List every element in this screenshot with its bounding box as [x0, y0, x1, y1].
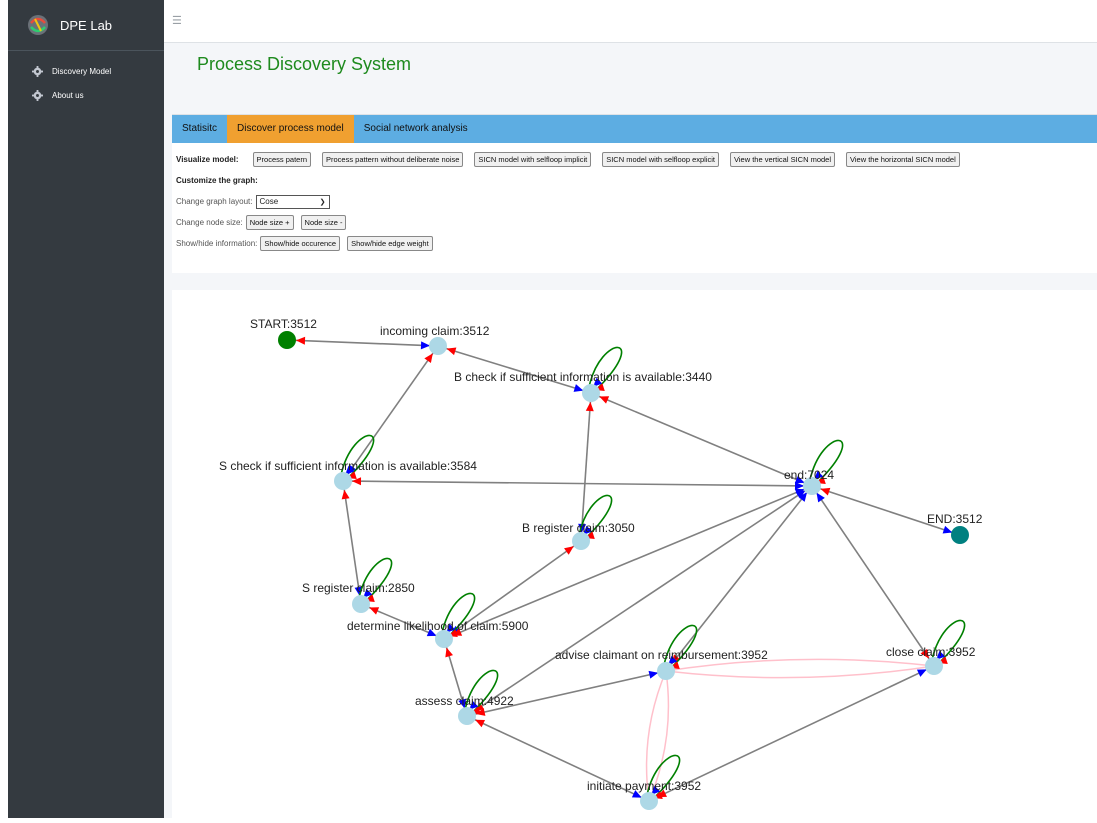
- customize-label: Customize the graph:: [176, 176, 258, 185]
- tab-social-network-analysis[interactable]: Social network analysis: [354, 115, 478, 143]
- layout-select[interactable]: Cose ❯: [255, 194, 330, 209]
- node-size-minus-button[interactable]: Node size -: [300, 215, 347, 230]
- brand[interactable]: DPE Lab: [8, 0, 164, 51]
- edge-arrow-out-breg-det: [564, 546, 574, 555]
- tab-bar: Statisitc Discover process model Social …: [172, 115, 1097, 143]
- edge-arrow-in-assess-adv: [648, 670, 659, 679]
- edge-arrow-out-bcheck-breg: [585, 401, 594, 412]
- process-pattern-without-noise-button[interactable]: Process pattern without deliberate noise: [322, 152, 464, 167]
- graph-edge-start-inc: [294, 339, 431, 347]
- graph-node-label-breg: B register claim:3050: [522, 521, 635, 535]
- customize-row: Customize the graph:: [176, 170, 1093, 191]
- sicn-selfloop-explicit-button[interactable]: SICN model with selfloop explicit: [602, 152, 720, 167]
- controls-card: Statisitc Discover process model Social …: [172, 114, 1097, 273]
- graph-node-assess: [458, 707, 476, 725]
- graph-node-adv: [657, 662, 675, 680]
- graph-edge-adv-close: [665, 665, 935, 679]
- graph-node-label-adv: advise claimant on reimbursement:3952: [555, 648, 768, 662]
- edge-arrow-in-endn-END: [942, 525, 953, 534]
- left-margin: [0, 0, 8, 818]
- show-hide-edge-weight-button[interactable]: Show/hide edge weight: [347, 236, 433, 251]
- edge-arrow-out-endn-END: [820, 487, 831, 496]
- graph-node-label-init: initiate payment:3952: [587, 779, 701, 793]
- graph-node-label-END: END:3512: [927, 512, 983, 526]
- page-title: Process Discovery System: [197, 54, 412, 74]
- graph-node-init: [640, 792, 658, 810]
- visualize-label: Visualize model:: [176, 155, 239, 164]
- top-navbar: ☰: [164, 0, 1097, 43]
- graph-node-inc: [429, 337, 447, 355]
- graph-node-END: [951, 526, 969, 544]
- vertical-sicn-button[interactable]: View the vertical SICN model: [730, 152, 835, 167]
- brand-name: DPE Lab: [60, 17, 113, 33]
- gear-icon: [32, 89, 43, 101]
- edge-arrow-out-inc-bcheck: [446, 347, 457, 356]
- sidebar-item-discovery-model[interactable]: Discovery Model: [8, 59, 164, 83]
- tab-discover-process-model[interactable]: Discover process model: [227, 115, 354, 143]
- layout-row: Change graph layout: Cose ❯: [176, 191, 1093, 212]
- chevron-down-icon: ❯: [319, 198, 326, 206]
- process-graph[interactable]: START:3512 incoming claim:3512 B check if …: [172, 290, 1097, 818]
- edge-arrow-out-inc-scheck: [424, 353, 433, 364]
- main-content: ☰ Process Discovery System Statisitc Dis…: [164, 0, 1097, 818]
- layout-label: Change graph layout:: [176, 197, 253, 206]
- show-hide-row: Show/hide information: Show/hide occuren…: [176, 233, 1093, 254]
- horizontal-sicn-button[interactable]: View the horizontal SICN model: [846, 152, 960, 167]
- show-hide-occurence-button[interactable]: Show/hide occurence: [260, 236, 341, 251]
- graph-edge-inc-scheck: [346, 352, 435, 475]
- graph-node-label-inc: incoming claim:3512: [380, 324, 490, 338]
- edge-arrow-out-det-assess: [445, 647, 453, 658]
- graph-node-bcheck: [582, 384, 600, 402]
- edge-arrow-out-start-inc: [295, 336, 306, 345]
- process-graph-canvas[interactable]: START:3512 incoming claim:3512 B check if …: [172, 290, 1097, 818]
- graph-edge-bcheck-endn: [598, 395, 805, 484]
- graph-node-label-endn: end:7024: [784, 468, 834, 482]
- graph-node-start: [278, 331, 296, 349]
- graph-node-close: [925, 657, 943, 675]
- page-header: Process Discovery System: [164, 43, 1097, 93]
- edge-arrow-in-start-inc: [420, 341, 431, 350]
- tab-statistic[interactable]: Statisitc: [172, 115, 227, 143]
- sidebar: DPE Lab Discovery Model About us: [8, 0, 164, 818]
- sidebar-item-label: About us: [52, 90, 84, 100]
- graph-edge-scheck-sreg: [343, 488, 361, 597]
- graph-edge-scheck-endn: [350, 480, 805, 487]
- process-pattern-button[interactable]: Process patern: [252, 152, 311, 167]
- graph-node-label-sreg: S register claim:2850: [302, 581, 415, 595]
- dpe-lab-logo-icon: [28, 15, 48, 35]
- graph-edge-close-endn: [815, 492, 931, 660]
- edge-arrow-in-close-endn: [816, 492, 825, 503]
- graph-node-label-det: determine likelihood of claim:5900: [347, 619, 529, 633]
- gear-icon: [32, 65, 43, 77]
- graph-edge-adv-endn: [670, 491, 808, 666]
- graph-node-label-scheck: S check if sufficient information is ava…: [219, 459, 477, 473]
- hamburger-icon[interactable]: ☰: [172, 14, 182, 27]
- controls-panel: Visualize model: Process patern Process …: [172, 143, 1097, 260]
- graph-node-label-assess: assess claim:4922: [415, 694, 514, 708]
- graph-node-label-close: close claim:3952: [886, 645, 976, 659]
- visualize-row: Visualize model: Process patern Process …: [176, 149, 1093, 170]
- edge-arrow-in-scheck-endn: [794, 481, 805, 490]
- node-size-row: Change node size: Node size + Node size …: [176, 212, 1093, 233]
- node-size-plus-button[interactable]: Node size +: [245, 215, 294, 230]
- show-hide-label: Show/hide information:: [176, 239, 258, 248]
- graph-node-label-start: START:3512: [250, 317, 317, 331]
- edge-arrow-in-inc-bcheck: [573, 384, 584, 392]
- sidebar-item-about-us[interactable]: About us: [8, 83, 164, 107]
- graph-node-scheck: [334, 472, 352, 490]
- sidebar-item-label: Discovery Model: [52, 66, 112, 76]
- edge-arrow-out-scheck-sreg: [341, 489, 350, 500]
- layout-select-value: Cose: [259, 197, 279, 206]
- graph-edge-bcheck-breg: [580, 400, 592, 534]
- node-size-label: Change node size:: [176, 218, 243, 227]
- graph-node-sreg: [352, 595, 370, 613]
- sicn-selfloop-implicit-button[interactable]: SICN model with selfloop implicit: [474, 152, 592, 167]
- graph-node-label-bcheck: B check if sufficient information is ava…: [454, 370, 712, 384]
